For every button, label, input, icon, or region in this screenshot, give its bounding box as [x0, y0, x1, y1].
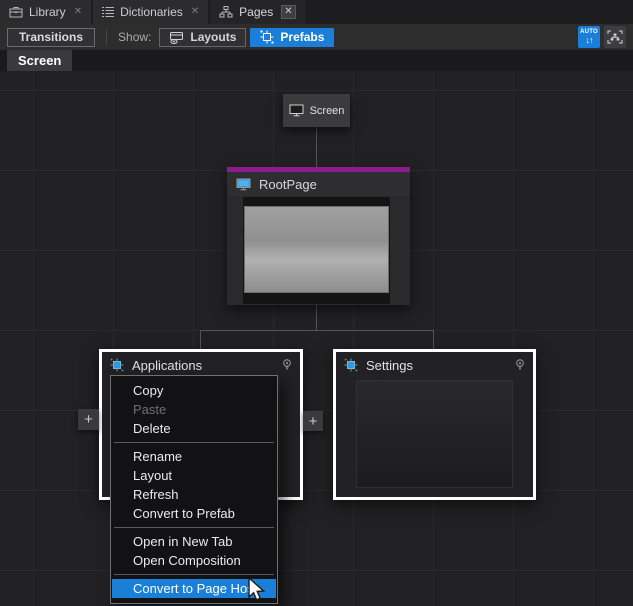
- connector-screen-rootpage: [316, 127, 317, 167]
- library-icon: [9, 6, 23, 18]
- transitions-button[interactable]: Transitions: [7, 28, 95, 47]
- connector-to-applications: [200, 330, 201, 349]
- prefab-chip-icon: [344, 358, 358, 372]
- menu-item-paste[interactable]: Paste: [112, 400, 276, 419]
- menu-separator: [114, 574, 274, 575]
- menu-item-rename[interactable]: Rename: [112, 447, 276, 466]
- tab-pages[interactable]: Pages ✕: [210, 0, 304, 24]
- lightbulb-icon[interactable]: [282, 358, 292, 372]
- menu-item-layout[interactable]: Layout: [112, 466, 276, 485]
- fit-to-view-button[interactable]: [604, 26, 626, 48]
- tab-library[interactable]: Library ✕: [0, 0, 91, 24]
- lightbulb-icon[interactable]: [515, 358, 525, 372]
- close-icon[interactable]: ✕: [191, 7, 199, 17]
- menu-item-refresh[interactable]: Refresh: [112, 485, 276, 504]
- rootpage-body: [227, 196, 410, 305]
- node-screen[interactable]: Screen: [283, 94, 350, 127]
- toolbar-separator: [106, 29, 107, 45]
- menu-separator: [114, 442, 274, 443]
- add-node-button-middle[interactable]: +: [303, 411, 323, 431]
- document-tab-bar: Library ✕ Dictionaries ✕ Pages ✕: [0, 0, 633, 24]
- fit-to-view-icon: [607, 30, 623, 44]
- prefab-chip-icon: [110, 358, 124, 372]
- tab-label: Library: [29, 5, 66, 19]
- connector-rootpage-stem: [316, 305, 317, 330]
- plus-icon: +: [84, 411, 93, 428]
- connector-to-settings: [433, 330, 434, 349]
- node-label: Settings: [366, 358, 413, 373]
- auto-arrows-icon: ↓↑: [586, 36, 593, 45]
- monitor-icon: [289, 104, 304, 117]
- graph-toolbar: Transitions Show: Layouts Prefabs AUTO ↓…: [0, 24, 633, 50]
- node-label: Applications: [132, 358, 202, 373]
- prefabs-toggle-button[interactable]: Prefabs: [250, 28, 334, 47]
- layouts-toggle-button[interactable]: Layouts: [159, 28, 246, 47]
- node-rootpage[interactable]: RootPage: [227, 167, 410, 305]
- breadcrumb-bar: Screen: [0, 50, 633, 71]
- menu-item-convert-to-page-host[interactable]: Convert to Page Host: [112, 579, 276, 598]
- dictionaries-icon: [102, 6, 114, 18]
- node-label: RootPage: [259, 177, 317, 192]
- context-menu: Copy Paste Delete Rename Layout Refresh …: [110, 375, 278, 604]
- node-label: Screen: [310, 105, 345, 117]
- pages-hierarchy-icon: [219, 6, 233, 18]
- node-settings[interactable]: Settings: [333, 349, 536, 500]
- tab-label: Pages: [239, 5, 273, 19]
- layouts-icon: [169, 31, 184, 44]
- menu-item-open-composition[interactable]: Open Composition: [112, 551, 276, 570]
- breadcrumb-screen-tab[interactable]: Screen: [7, 50, 72, 71]
- settings-header: Settings: [336, 352, 533, 378]
- page-graph-canvas[interactable]: Screen RootPage Applica: [0, 71, 633, 606]
- rootpage-header: RootPage: [227, 172, 410, 196]
- menu-item-copy[interactable]: Copy: [112, 381, 276, 400]
- rootpage-letterbox: [243, 197, 390, 304]
- tab-label: Dictionaries: [120, 5, 183, 19]
- pages-editor-window: Library ✕ Dictionaries ✕ Pages ✕ Transit…: [0, 0, 633, 606]
- layouts-toggle-label: Layouts: [190, 30, 236, 44]
- add-node-button-left[interactable]: +: [78, 409, 99, 430]
- connector-branch-horizontal: [200, 330, 434, 331]
- close-icon[interactable]: ✕: [281, 5, 295, 19]
- menu-item-convert-to-prefab[interactable]: Convert to Prefab: [112, 504, 276, 523]
- tab-dictionaries[interactable]: Dictionaries ✕: [93, 0, 208, 24]
- close-icon[interactable]: ✕: [74, 7, 82, 17]
- plus-icon: +: [309, 413, 318, 430]
- menu-item-open-in-new-tab[interactable]: Open in New Tab: [112, 532, 276, 551]
- auto-arrange-button[interactable]: AUTO ↓↑: [578, 26, 600, 48]
- page-monitor-icon: [236, 178, 251, 191]
- prefabs-icon: [260, 30, 274, 44]
- show-label: Show:: [118, 30, 151, 44]
- rootpage-preview: [244, 206, 389, 293]
- menu-separator: [114, 527, 274, 528]
- menu-item-delete[interactable]: Delete: [112, 419, 276, 438]
- settings-preview: [356, 380, 513, 488]
- prefabs-toggle-label: Prefabs: [280, 30, 324, 44]
